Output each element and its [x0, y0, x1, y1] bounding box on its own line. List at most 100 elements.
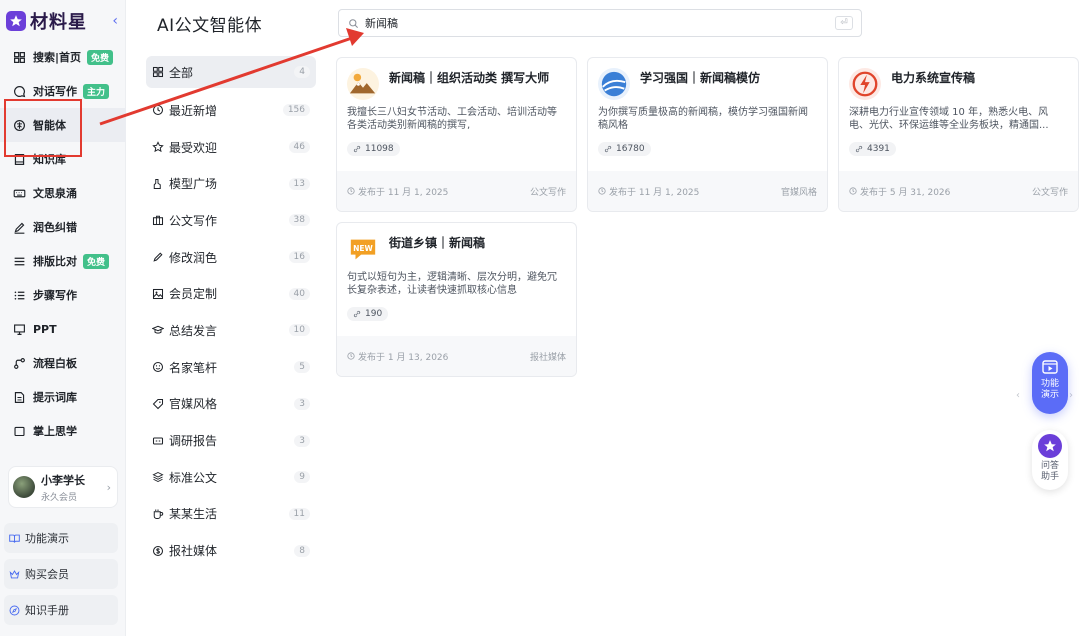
category-summary-speech[interactable]: 总结发言 10 — [146, 312, 316, 349]
sidebar-item-flow-board[interactable]: 流程白板 — [0, 346, 126, 380]
smile-icon — [152, 362, 164, 373]
category-model-square[interactable]: 模型广场 13 — [146, 165, 316, 202]
function-demo-button[interactable]: 功能演示 — [1032, 352, 1068, 414]
sidebar-item-mobile-study[interactable]: 掌上思学 — [0, 414, 126, 436]
usage-count: 4391 — [849, 142, 896, 156]
agent-icon — [14, 119, 25, 131]
card-description: 句式以短句为主，逻辑清晰、层次分明，避免冗长复杂表述，让读者快速抓取核心信息 — [347, 272, 557, 296]
card-description: 为你撰写质量极高的新闻稿，模仿学习强国新闻稿风格 — [598, 107, 808, 131]
category-member-custom[interactable]: 会员定制 40 — [146, 275, 316, 312]
qa-assistant-button[interactable]: 问答助手 — [1032, 430, 1068, 490]
card-description: 深耕电力行业宣传领域 10 年，熟悉火电、风电、光伏、环保运维等全业务板块，精通… — [849, 107, 1049, 131]
user-card[interactable]: 小李学长 永久会员 › — [8, 466, 118, 508]
sidebar-item-ppt[interactable]: PPT — [0, 312, 126, 346]
category-list: 全部 4 最近新增 156 最受欢迎 46 模型广场 13 公文写作 38 修改… — [146, 56, 316, 569]
user-name: 小李学长 — [41, 473, 85, 487]
sidebar-item-label: 掌上思学 — [33, 425, 77, 436]
sidebar-item-chat-writing[interactable]: 对话写作 主力 — [0, 74, 126, 108]
bottom-link-buy-vip[interactable]: 购买会员 — [4, 559, 118, 589]
grid-icon — [152, 66, 164, 78]
agent-card[interactable]: 学习强国｜新闻稿模仿 为你撰写质量极高的新闻稿，模仿学习强国新闻稿风格 1678… — [587, 57, 828, 212]
category-label: 报社媒体 — [169, 544, 218, 559]
publish-date: 发布于 11 月 1, 2025 — [609, 187, 700, 198]
publish-date: 发布于 1 月 13, 2026 — [358, 352, 449, 363]
category-all[interactable]: 全部 4 — [146, 56, 316, 88]
chevron-left-icon[interactable]: ‹ — [1016, 390, 1020, 401]
user-level: 永久会员 — [41, 492, 78, 503]
layers-icon — [152, 472, 164, 483]
sidebar-item-typeset-compare[interactable]: 排版比对 免费 — [0, 244, 126, 278]
svg-text:NEW: NEW — [353, 244, 373, 253]
sidebar-item-label: 对话写作 — [33, 85, 77, 98]
clock-icon — [347, 352, 355, 360]
sidebar-item-polish[interactable]: 润色纠错 — [0, 210, 126, 244]
sidebar-item-label: 排版比对 — [33, 255, 77, 268]
sidebar-item-label: 智能体 — [33, 119, 66, 132]
category-count: 3 — [294, 397, 310, 410]
category-label: 修改润色 — [169, 250, 218, 265]
avatar — [13, 476, 35, 498]
usage-count-value: 11098 — [365, 144, 394, 154]
category-count: 13 — [288, 177, 310, 190]
doc-icon — [14, 391, 25, 403]
agent-card[interactable]: 新闻稿｜组织活动类 撰写大师 我擅长三八妇女节活动、工会活动、培训活动等各类活动… — [336, 57, 577, 212]
usage-count-value: 16780 — [616, 144, 645, 154]
sidebar-item-step-writing[interactable]: 步骤写作 — [0, 278, 126, 312]
category-label: 某某生活 — [169, 507, 218, 522]
category-count: 8 — [294, 544, 310, 557]
category-famous-writers[interactable]: 名家笔杆 5 — [146, 349, 316, 386]
brand[interactable]: 材料星 ‹ — [6, 8, 118, 34]
free-badge: 免费 — [87, 49, 114, 65]
bottom-link-demo[interactable]: 功能演示 — [4, 523, 118, 553]
sidebar-item-inspiration[interactable]: 文思泉涌 — [0, 176, 126, 210]
compass-icon — [9, 605, 20, 615]
main-badge: 主力 — [83, 83, 110, 99]
category-label: 模型广场 — [169, 177, 218, 192]
card-category-tag: 公文写作 — [1031, 187, 1068, 198]
collapse-sidebar-icon[interactable]: ‹ — [112, 13, 118, 29]
agent-card[interactable]: NEW 街道乡镇｜新闻稿 句式以短句为主，逻辑清晰、层次分明，避免冗长复杂表述，… — [336, 222, 577, 377]
pen-icon — [14, 222, 25, 234]
page-title: AI公文智能体 — [157, 16, 263, 36]
category-recent[interactable]: 最近新增 156 — [146, 92, 316, 129]
sidebar-item-label: 流程白板 — [33, 357, 77, 370]
cap-icon — [152, 326, 164, 335]
category-official-writing[interactable]: 公文写作 38 — [146, 202, 316, 239]
usage-count-value: 190 — [365, 309, 383, 319]
category-popular[interactable]: 最受欢迎 46 — [146, 129, 316, 166]
card-category-tag: 报社媒体 — [529, 352, 566, 363]
category-label: 最近新增 — [169, 103, 218, 118]
bottom-link-manual[interactable]: 知识手册 — [4, 595, 118, 625]
sidebar-item-label: 搜索|首页 — [33, 51, 82, 64]
agent-card[interactable]: 电力系统宣传稿 深耕电力行业宣传领域 10 年，熟悉火电、风电、光伏、环保运维等… — [838, 57, 1079, 212]
sidebar-item-label: 提示词库 — [33, 391, 77, 404]
category-press-media[interactable]: 报社媒体 8 — [146, 532, 316, 569]
search-bar[interactable]: ⏎ — [338, 9, 862, 37]
new-badge-icon: NEW — [347, 233, 379, 265]
card-title: 学习强国｜新闻稿模仿 — [640, 71, 761, 85]
sidebar-item-prompt-library[interactable]: 提示词库 — [0, 380, 126, 414]
search-input[interactable] — [365, 16, 805, 30]
card-description: 我擅长三八妇女节活动、工会活动、培训活动等各类活动类别新闻稿的撰写, — [347, 107, 557, 131]
chevron-right-icon[interactable]: › — [1069, 390, 1073, 401]
sidebar-item-agent[interactable]: 智能体 — [0, 108, 126, 142]
sidebar-nav: 搜索|首页 免费 对话写作 主力 智能体 知识库 文思泉涌 润色纠错 排版比对 … — [0, 40, 126, 436]
category-official-media[interactable]: 官媒风格 3 — [146, 386, 316, 423]
enter-icon[interactable]: ⏎ — [835, 16, 853, 30]
sidebar-item-search-home[interactable]: 搜索|首页 免费 — [0, 40, 126, 74]
sidebar-item-knowledge[interactable]: 知识库 — [0, 142, 126, 176]
category-count: 40 — [288, 287, 310, 300]
globe-icon — [598, 68, 630, 100]
sidebar-item-label: 步骤写作 — [33, 289, 77, 302]
dollar-icon — [152, 545, 164, 556]
pencil-icon — [153, 252, 163, 262]
assistant-star-icon — [1038, 434, 1062, 458]
category-research-report[interactable]: 调研报告 3 — [146, 422, 316, 459]
category-life[interactable]: 某某生活 11 — [146, 496, 316, 533]
link-icon — [855, 145, 863, 153]
search-icon — [349, 18, 358, 28]
usage-count: 190 — [347, 307, 389, 321]
category-revise-polish[interactable]: 修改润色 16 — [146, 239, 316, 276]
category-standard-docs[interactable]: 标准公文 9 — [146, 459, 316, 496]
free-badge: 免费 — [83, 253, 110, 269]
